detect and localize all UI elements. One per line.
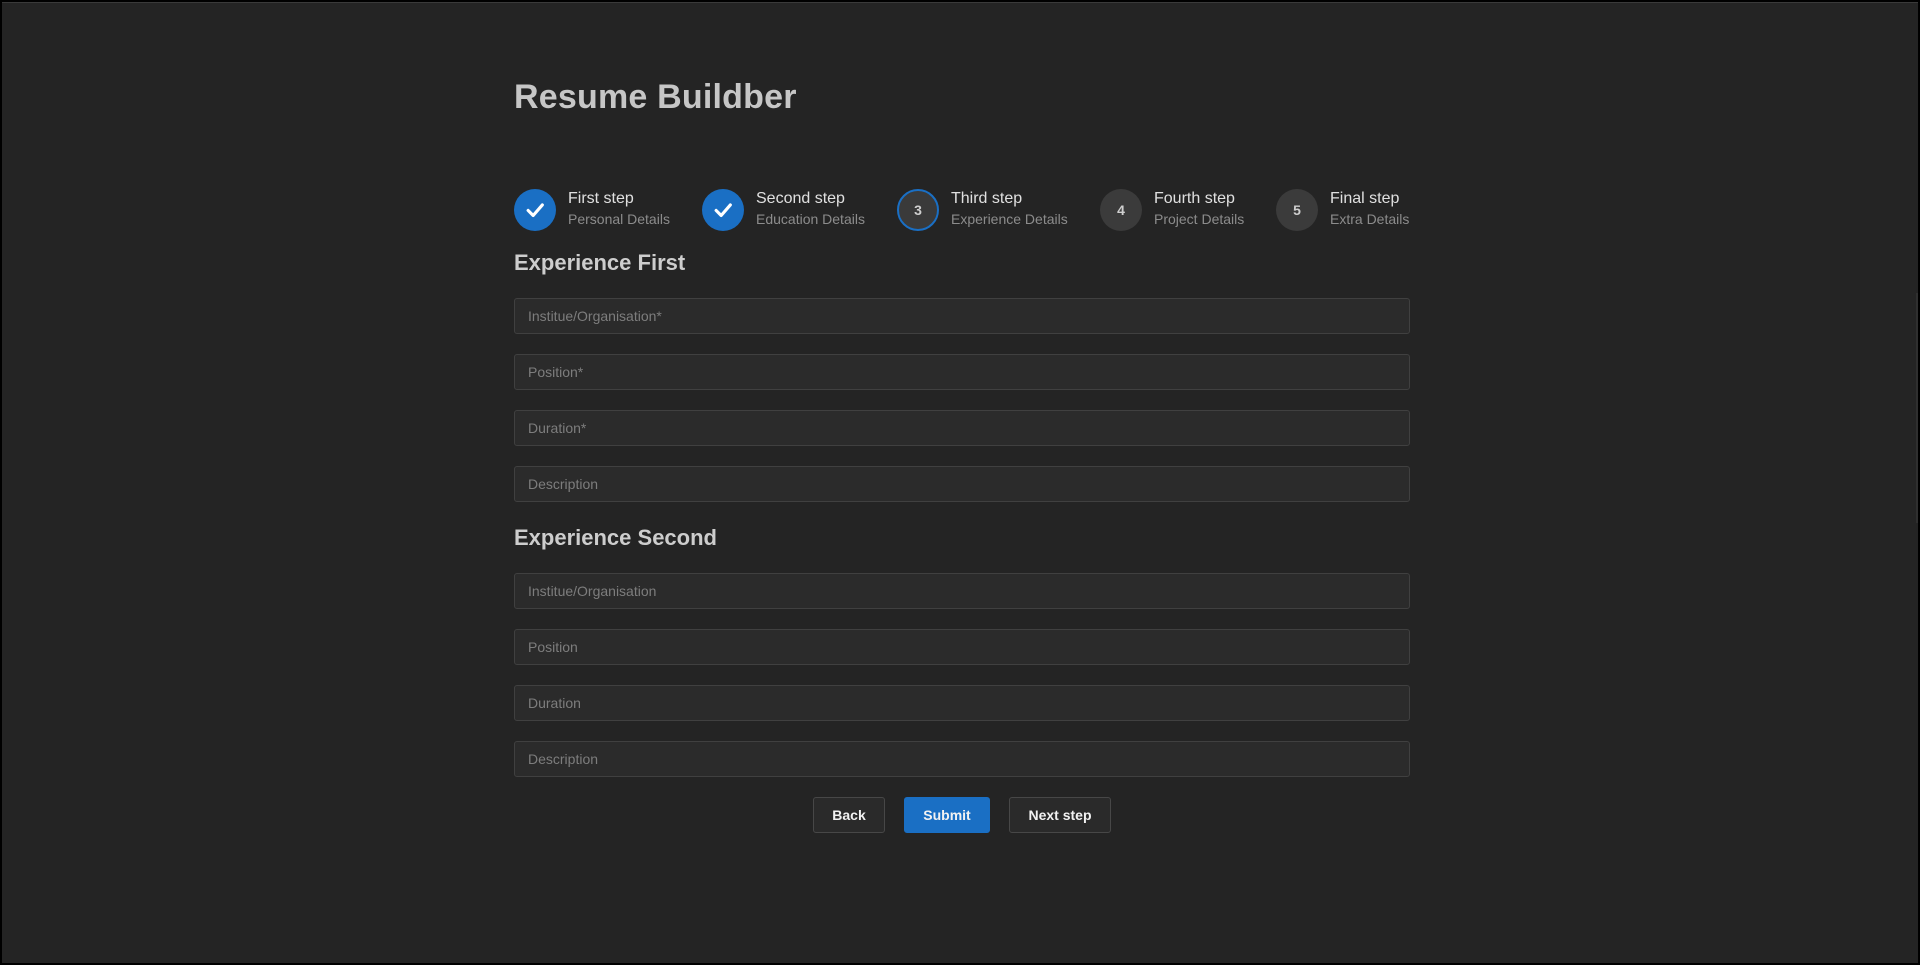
step-sublabel: Project Details	[1154, 211, 1245, 227]
step-label: Fourth step	[1154, 190, 1235, 207]
submit-button[interactable]: Submit	[904, 797, 990, 833]
experience-first-description-input[interactable]	[514, 466, 1410, 502]
step-sublabel: Personal Details	[568, 211, 670, 227]
experience-second-organisation-input[interactable]	[514, 573, 1410, 609]
page-title: Resume Buildber	[514, 78, 797, 116]
experience-first-duration-input[interactable]	[514, 410, 1410, 446]
experience-second-position-input[interactable]	[514, 629, 1410, 665]
step-sublabel: Education Details	[756, 211, 865, 227]
next-step-button[interactable]: Next step	[1009, 797, 1111, 833]
progress-stepper: First step Personal Details Second step …	[514, 189, 1410, 233]
step-completed-badge	[702, 189, 744, 231]
experience-second-duration-input[interactable]	[514, 685, 1410, 721]
check-icon	[526, 203, 544, 218]
step-label: First step	[568, 190, 634, 207]
step-sublabel: Extra Details	[1330, 211, 1410, 227]
step-label: Second step	[756, 190, 845, 207]
step-label: Third step	[951, 190, 1023, 207]
step-number-badge: 5	[1276, 189, 1318, 231]
experience-second-description-input[interactable]	[514, 741, 1410, 777]
step-label: Final step	[1330, 190, 1400, 207]
scrollbar[interactable]	[1916, 293, 1918, 523]
step-number-badge: 3	[897, 189, 939, 231]
step-completed-badge	[514, 189, 556, 231]
step-sublabel: Experience Details	[951, 211, 1068, 227]
experience-second-heading: Experience Second	[514, 525, 717, 550]
step-number-badge: 4	[1100, 189, 1142, 231]
experience-first-organisation-input[interactable]	[514, 298, 1410, 334]
experience-first-heading: Experience First	[514, 250, 686, 275]
app-viewport: Resume Buildber First step Personal Deta…	[2, 2, 1918, 963]
check-icon	[714, 203, 732, 218]
experience-first-position-input[interactable]	[514, 354, 1410, 390]
back-button[interactable]: Back	[813, 797, 885, 833]
